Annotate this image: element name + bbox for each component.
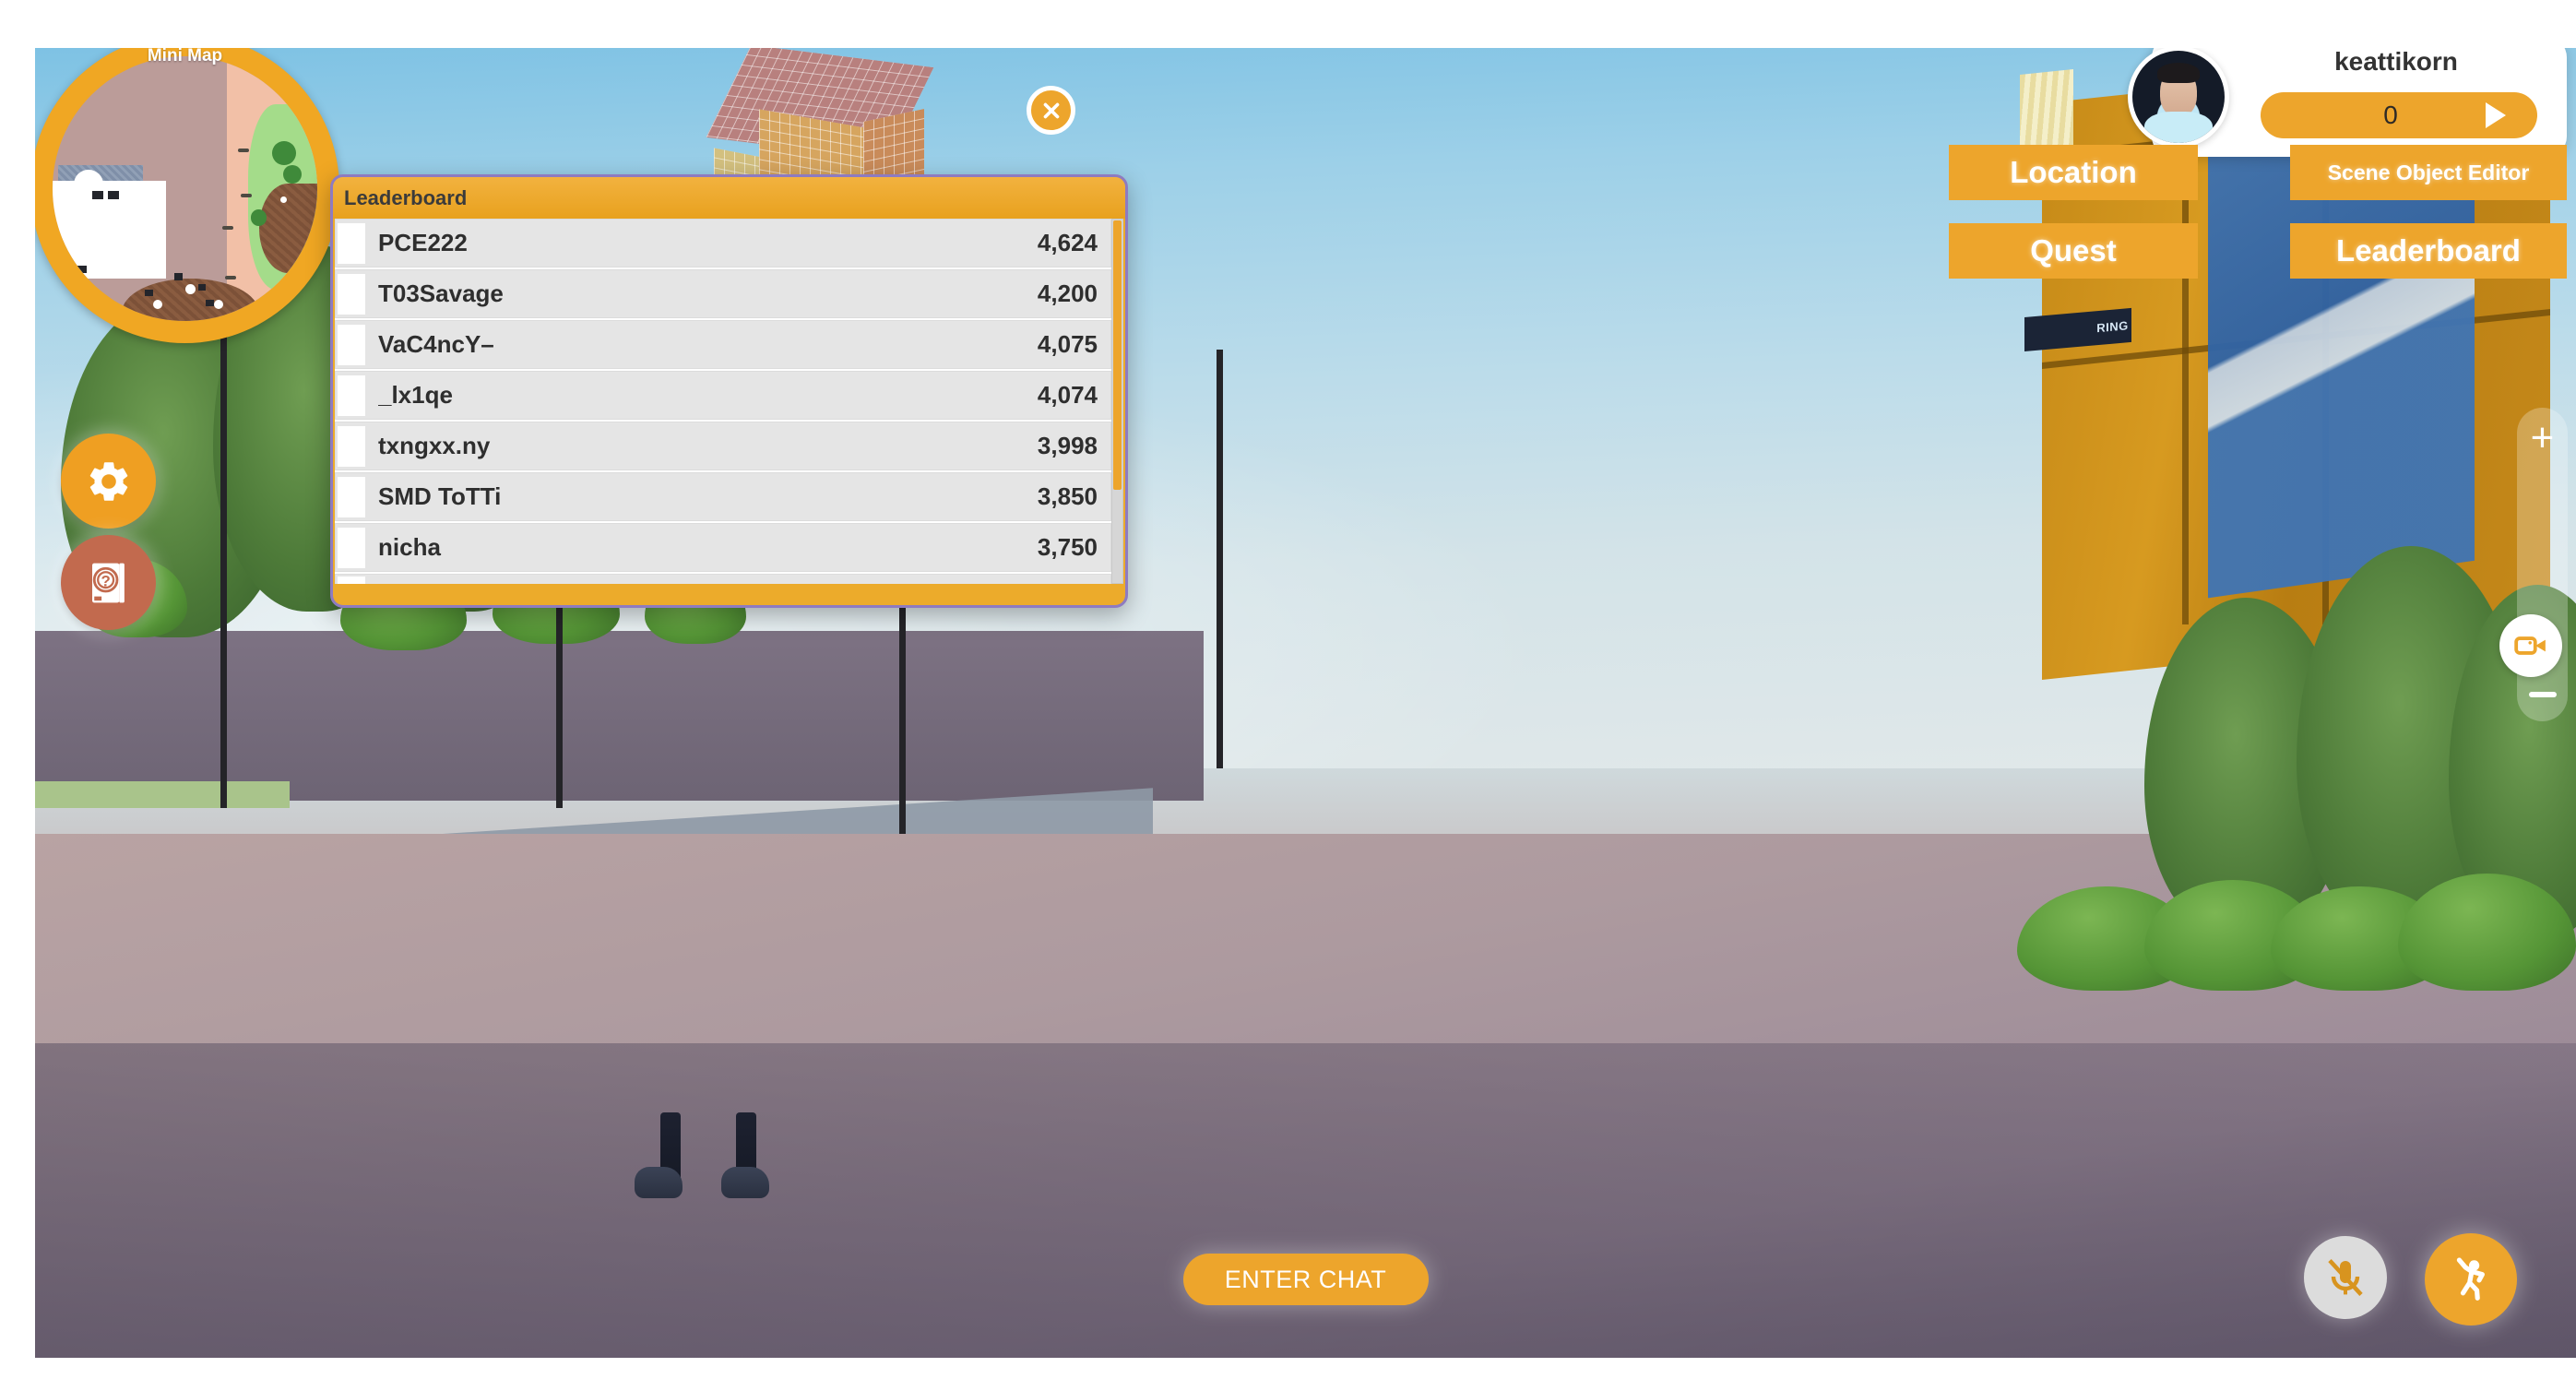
player-score-value: 0 [2383, 101, 2398, 129]
minimap-bush [251, 209, 267, 226]
leaderboard-row-avatar [338, 527, 365, 568]
help-button[interactable]: ? [61, 535, 156, 630]
leaderboard-row-avatar [338, 273, 365, 315]
minimap-tick [224, 276, 236, 280]
close-button[interactable] [1027, 86, 1075, 135]
leaderboard-row[interactable]: SMD ToTTi 3,850 [335, 472, 1111, 521]
leaderboard-row-avatar [338, 324, 365, 365]
enter-chat-button[interactable]: ENTER CHAT [1182, 1254, 1429, 1305]
minimap-marker [174, 273, 183, 280]
avatar-shoe [635, 1166, 683, 1198]
leaderboard-title: Leaderboard [344, 185, 468, 209]
minimap-label: Mini Map [147, 48, 223, 65]
camera-button[interactable] [2499, 614, 2562, 677]
minimap-bush [282, 164, 302, 184]
grass-strip [35, 781, 290, 808]
leaderboard-row[interactable] [335, 574, 1111, 584]
minimap-marker [108, 191, 119, 199]
leaderboard-row[interactable]: txngxx.ny 3,998 [335, 422, 1111, 470]
video-camera-icon [2514, 636, 2546, 655]
avatar-shoe [720, 1166, 769, 1198]
leaderboard-row-name: VaC4ncY– [378, 330, 494, 358]
leaderboard-row-avatar [338, 476, 365, 517]
help-book-icon: ? [91, 563, 125, 602]
plaza-shadow [35, 1043, 2576, 1358]
leaderboard-row-score: 4,074 [1037, 381, 1098, 409]
minimap-marker [197, 283, 207, 291]
avatar-body [2144, 112, 2213, 143]
microphone-muted-icon [2328, 1259, 2363, 1296]
avatar[interactable] [2128, 48, 2229, 148]
leaderboard-row-score: 4,075 [1037, 330, 1098, 358]
player-score-pill[interactable]: 0 [2261, 92, 2537, 138]
close-icon [1043, 102, 1059, 118]
microphone-mute-button[interactable] [2304, 1236, 2387, 1319]
menu-button-leaderboard[interactable]: Leaderboard [2290, 223, 2567, 279]
menu-button-scene-object-editor[interactable]: Scene Object Editor [2290, 145, 2567, 200]
leaderboard-row-name: nicha [378, 533, 441, 561]
settings-button[interactable] [61, 434, 156, 529]
leaderboard-row-score: 4,200 [1037, 279, 1098, 307]
plaza-wall [35, 630, 1205, 802]
emote-button[interactable] [2425, 1233, 2517, 1326]
svg-text:?: ? [101, 572, 110, 589]
leaderboard-scrollbar[interactable] [1111, 219, 1123, 584]
gear-icon [89, 461, 127, 501]
leaderboard-scroll-thumb[interactable] [1113, 220, 1122, 490]
minimap-tick [237, 149, 249, 153]
menu-button-location[interactable]: Location [1949, 145, 2198, 200]
player-name: keattikorn [2334, 48, 2458, 76]
minimap-tick [221, 225, 233, 230]
avatar-hair [2157, 63, 2200, 83]
leaderboard-row-name: SMD ToTTi [378, 482, 502, 510]
leaderboard-row-avatar [338, 374, 365, 416]
zoom-out-button[interactable] [2528, 692, 2557, 697]
leaderboard-row-name: PCE222 [378, 229, 468, 256]
dance-emote-icon [2456, 1257, 2485, 1301]
minimap-marker [92, 191, 103, 199]
minimap-bush [272, 140, 297, 165]
minimap-marker [145, 289, 154, 296]
leaderboard-row-score: 3,750 [1037, 533, 1098, 561]
leaderboard-row[interactable]: VaC4ncY– 4,075 [335, 320, 1111, 369]
leaderboard-row-avatar [338, 425, 365, 467]
leaderboard-body: PCE222 4,624 T03Savage 4,200 VaC4ncY– 4,075 _l… [335, 219, 1123, 584]
leaderboard-row-avatar [338, 222, 365, 264]
play-arrow-icon [2486, 102, 2506, 128]
minimap[interactable]: Mini Map [35, 48, 339, 343]
leaderboard-row-name: T03Savage [378, 279, 504, 307]
leaderboard-panel: Leaderboard PCE222 4,624 T03Savage 4,200 VaC… [330, 174, 1128, 608]
leaderboard-row-score: 3,998 [1037, 432, 1098, 459]
leaderboard-row[interactable]: T03Savage 4,200 [335, 269, 1111, 318]
zoom-in-button[interactable]: + [2531, 418, 2555, 458]
leaderboard-row-score: 3,850 [1037, 482, 1098, 510]
leaderboard-rows[interactable]: PCE222 4,624 T03Savage 4,200 VaC4ncY– 4,075 _l… [335, 219, 1111, 584]
leaderboard-row-score: 4,624 [1037, 229, 1098, 256]
minimap-canvas [53, 56, 317, 321]
game-viewport: RING Mini Map ? keattikorn 0 Location Sc… [35, 48, 2576, 1358]
leaderboard-header: Leaderboard [333, 177, 1125, 219]
leaderboard-row-name: txngxx.ny [378, 432, 491, 459]
minimap-tick [240, 194, 252, 198]
minimap-marker [63, 265, 88, 274]
menu-button-quest[interactable]: Quest [1949, 223, 2198, 279]
leaderboard-row-name: _lx1qe [378, 381, 453, 409]
leaderboard-row[interactable]: PCE222 4,624 [335, 219, 1111, 267]
minimap-dirt [258, 183, 317, 274]
minimap-marker [206, 300, 215, 307]
avatar-image [2132, 51, 2225, 143]
leaderboard-row[interactable]: nicha 3,750 [335, 523, 1111, 572]
leaderboard-row[interactable]: _lx1qe 4,074 [335, 371, 1111, 420]
lamp-post [1217, 349, 1224, 768]
player-hud: keattikorn 0 [2128, 48, 2567, 157]
leaderboard-row-avatar [338, 577, 365, 584]
